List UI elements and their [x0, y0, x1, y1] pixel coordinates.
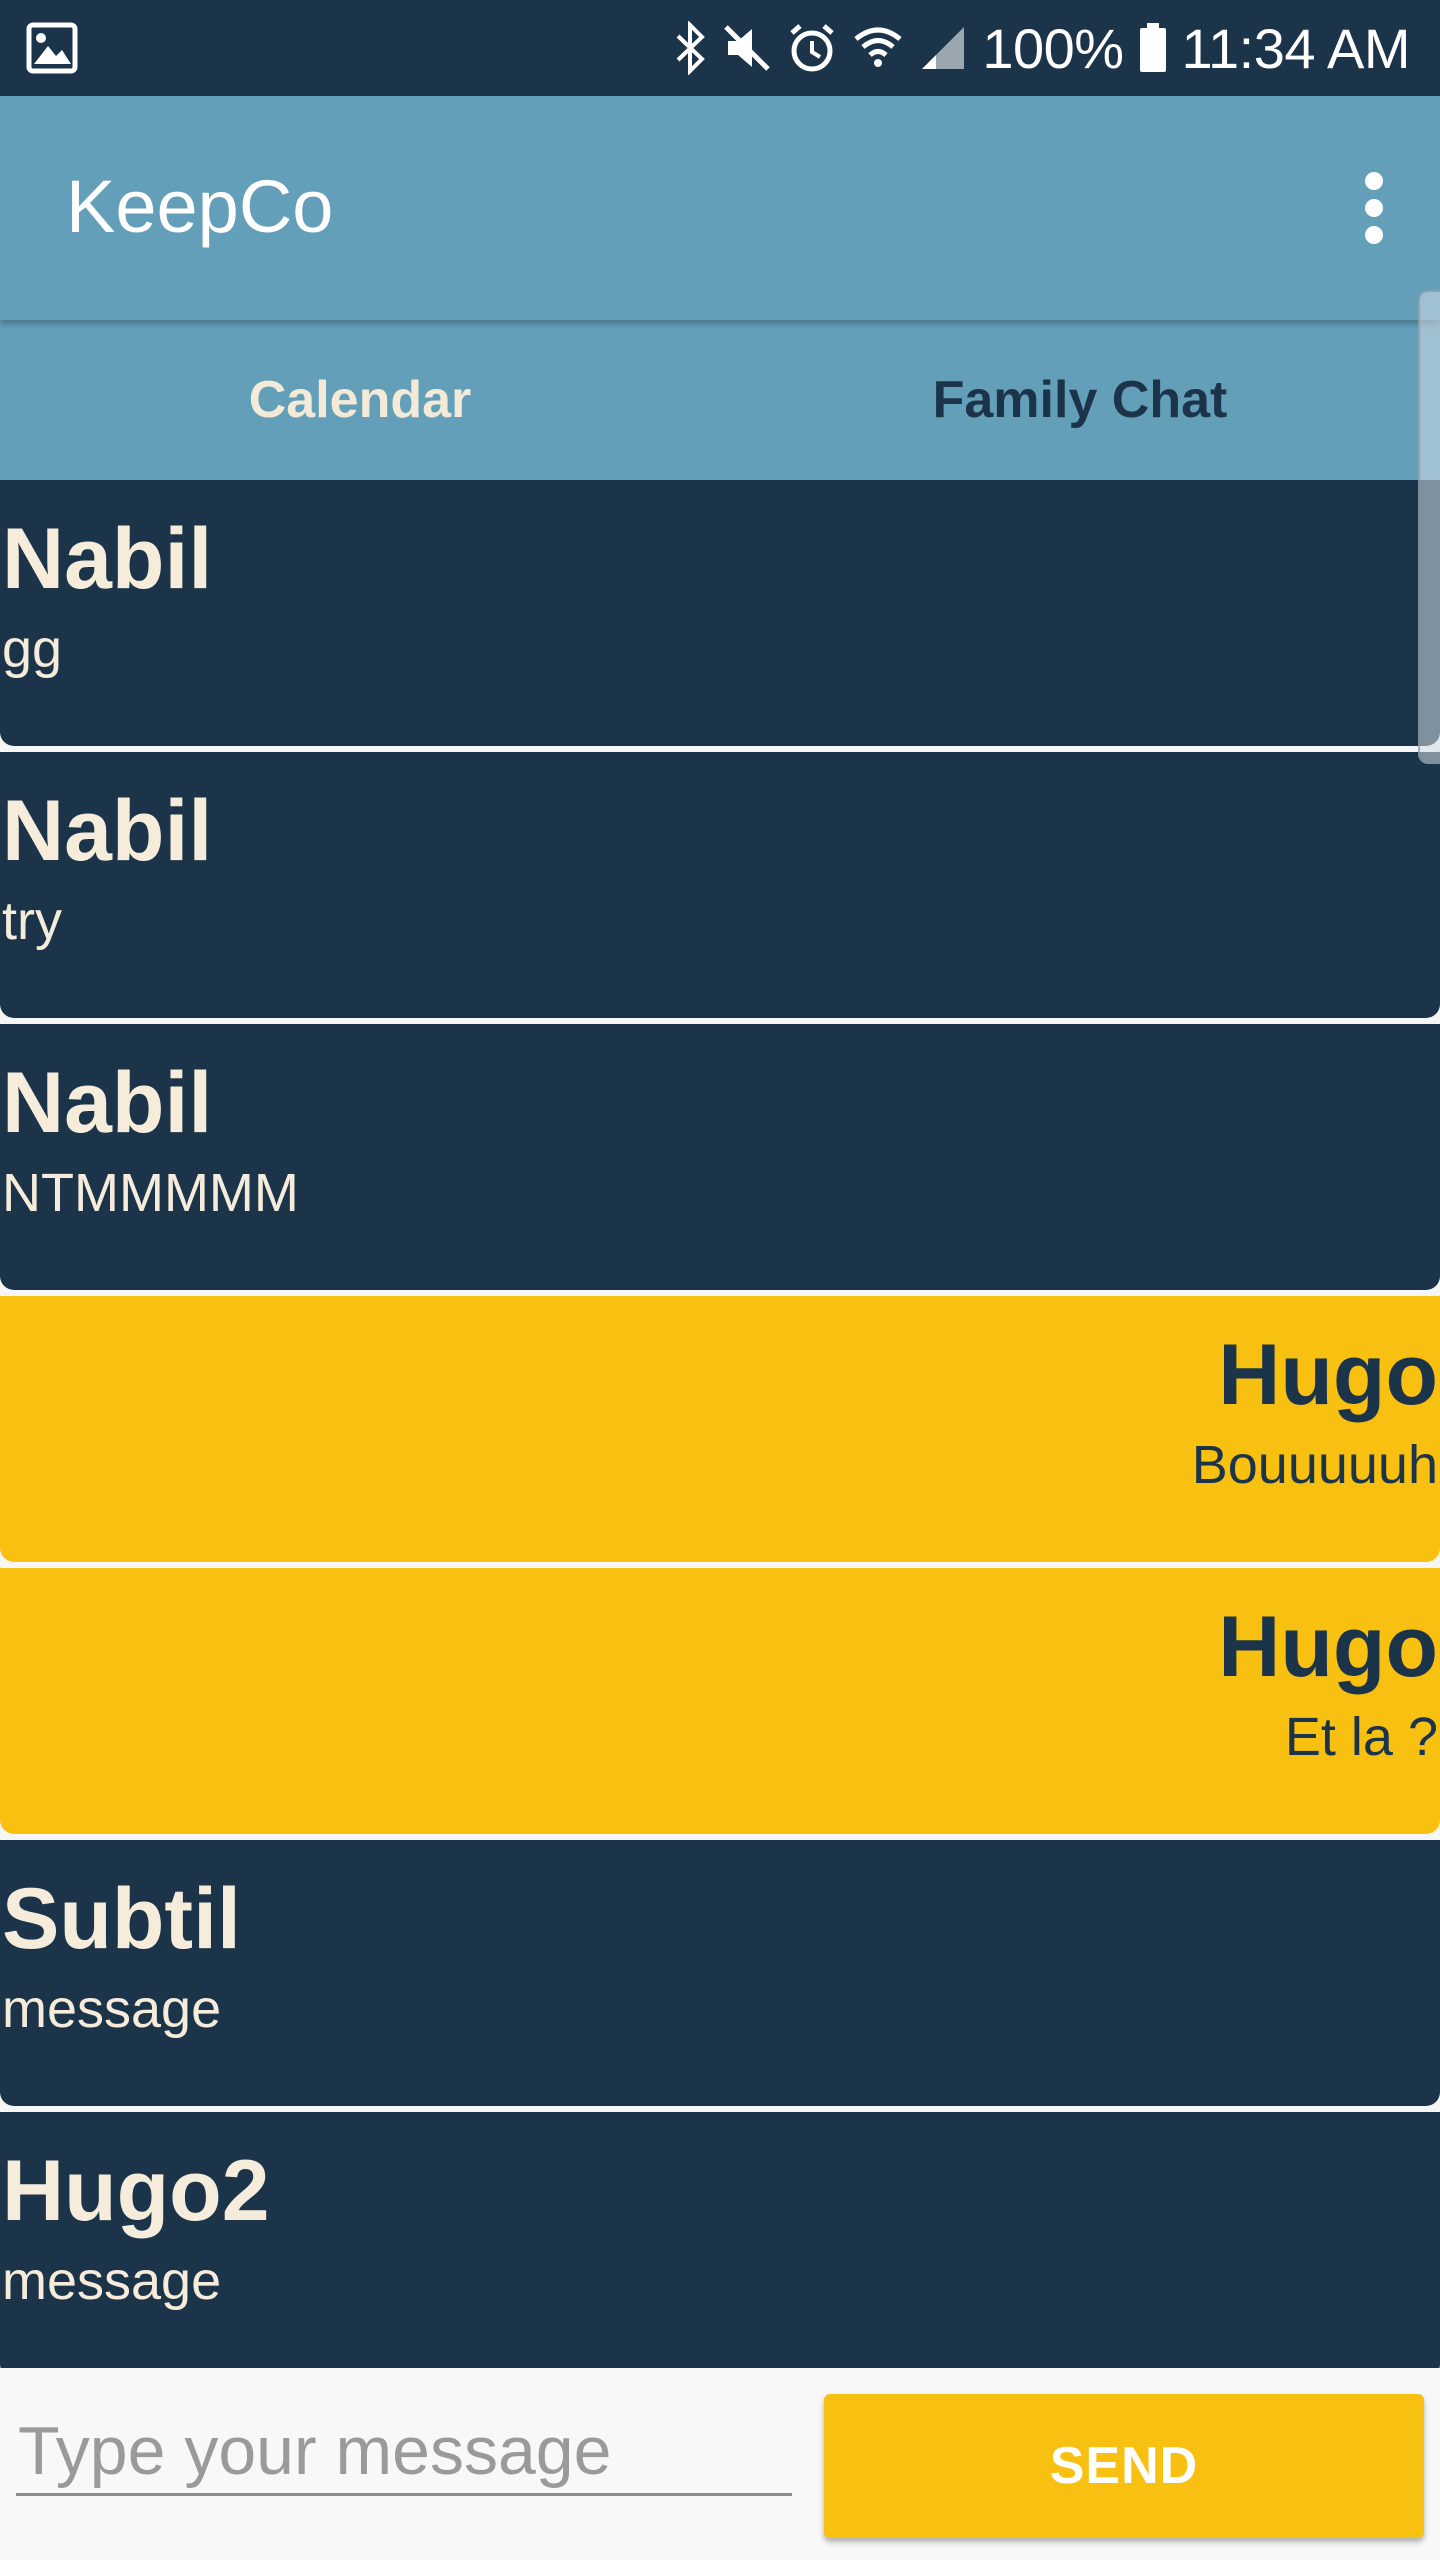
message-text: message	[2, 2251, 222, 2311]
tab-bar: Calendar Family Chat	[0, 320, 1440, 480]
message-item: Hugo Bouuuuuh	[0, 1296, 1440, 1562]
message-text: Bouuuuuh	[1191, 1435, 1438, 1495]
bluetooth-icon	[674, 21, 708, 75]
message-item: Hugo Et la ?	[0, 1568, 1440, 1834]
message-text: message	[2, 1979, 222, 2039]
scroll-indicator[interactable]	[1418, 290, 1440, 764]
message-sender: Nabil	[2, 511, 213, 607]
status-bar: 100% 11:34 AM	[0, 0, 1440, 96]
app-title: KeepCo	[66, 165, 334, 248]
message-sender: Hugo	[1218, 1599, 1438, 1695]
status-icons: 100% 11:34 AM	[674, 0, 1411, 96]
message-input[interactable]	[16, 2408, 792, 2496]
clock: 11:34 AM	[1181, 16, 1411, 80]
message-item: Nabil NTMMMMM	[0, 1024, 1440, 1290]
message-sender: Hugo	[1218, 1327, 1438, 1423]
battery-icon	[1138, 21, 1168, 75]
message-sender: Subtil	[2, 1871, 241, 1967]
alarm-icon	[786, 21, 838, 75]
message-text: try	[2, 891, 62, 951]
message-item: Nabil try	[0, 752, 1440, 1018]
message-text: Et la ?	[1284, 1707, 1438, 1767]
message-list[interactable]: Nabil gg Nabil try Nabil NTMMMMM Hugo Bo…	[0, 480, 1440, 2368]
tab-calendar[interactable]: Calendar	[0, 320, 720, 480]
image-notification-icon	[26, 22, 78, 74]
wifi-icon	[852, 21, 904, 75]
message-sender: Hugo2	[2, 2143, 270, 2239]
more-vert-icon[interactable]	[1354, 172, 1394, 244]
mute-icon	[722, 21, 772, 75]
app-bar: KeepCo	[0, 96, 1440, 320]
message-text: gg	[2, 619, 63, 679]
message-text: NTMMMMM	[2, 1163, 299, 1223]
cell-signal-icon	[918, 21, 968, 75]
message-composer: SEND	[0, 2368, 1440, 2560]
message-sender: Nabil	[2, 1055, 213, 1151]
battery-percentage: 100%	[982, 16, 1124, 80]
message-item: Hugo2 message	[0, 2112, 1440, 2368]
send-button[interactable]: SEND	[824, 2394, 1424, 2538]
message-item: Subtil message	[0, 1840, 1440, 2106]
tab-family-chat[interactable]: Family Chat	[720, 320, 1440, 480]
message-sender: Nabil	[2, 783, 213, 879]
message-item: Nabil gg	[0, 480, 1440, 746]
